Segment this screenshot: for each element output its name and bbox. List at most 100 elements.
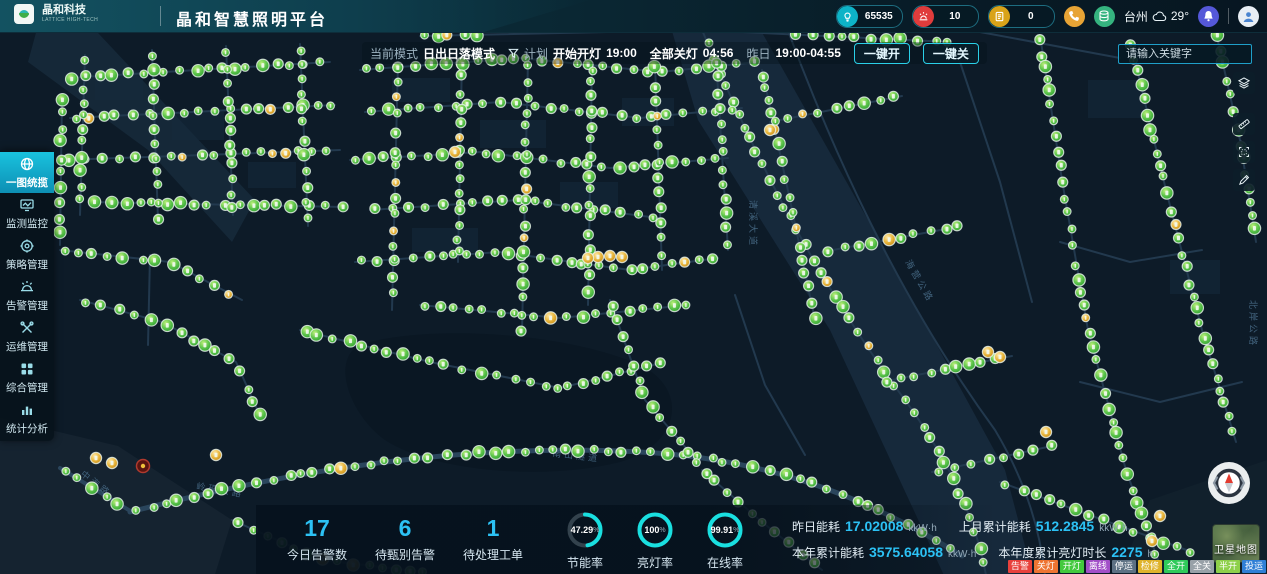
streetlight-marker[interactable] xyxy=(877,96,885,104)
streetlight-marker[interactable] xyxy=(841,243,849,251)
streetlight-marker[interactable] xyxy=(297,47,305,55)
streetlight-marker[interactable] xyxy=(111,498,123,510)
streetlight-marker[interactable] xyxy=(449,304,457,312)
streetlight-marker[interactable] xyxy=(54,134,66,146)
streetlight-marker[interactable] xyxy=(608,301,618,311)
streetlight-marker[interactable] xyxy=(195,275,203,283)
sidebar-item-comprehensive[interactable]: 综合管理 xyxy=(0,357,54,398)
streetlight-marker[interactable] xyxy=(719,147,727,155)
streetlight-marker[interactable] xyxy=(656,158,664,166)
streetlight-marker[interactable] xyxy=(560,444,570,454)
streetlight-marker[interactable] xyxy=(653,173,663,183)
streetlight-marker[interactable] xyxy=(314,101,322,109)
streetlight-marker[interactable] xyxy=(949,360,961,372)
streetlight-marker[interactable] xyxy=(521,121,529,129)
streetlight-marker[interactable] xyxy=(425,357,433,365)
streetlight-marker[interactable] xyxy=(391,209,399,217)
streetlight-marker[interactable] xyxy=(1186,549,1194,557)
streetlight-marker[interactable] xyxy=(578,379,588,389)
streetlight-marker[interactable] xyxy=(658,252,666,260)
streetlight-marker[interactable] xyxy=(535,446,543,454)
streetlight-marker[interactable] xyxy=(74,164,86,176)
streetlight-marker[interactable] xyxy=(934,446,944,456)
streetlight-marker[interactable] xyxy=(154,180,162,188)
streetlight-marker[interactable] xyxy=(1199,332,1211,344)
streetlight-marker[interactable] xyxy=(518,263,528,273)
streetlight-marker-warning[interactable] xyxy=(1154,510,1165,521)
streetlight-marker[interactable] xyxy=(502,247,514,259)
streetlight-marker[interactable] xyxy=(779,204,787,212)
sidebar-item-statistics[interactable]: 统计分析 xyxy=(0,398,54,439)
streetlight-marker[interactable] xyxy=(1216,387,1224,395)
streetlight-marker-warning[interactable] xyxy=(865,342,873,350)
streetlight-marker[interactable] xyxy=(497,195,507,205)
streetlight-marker[interactable] xyxy=(935,468,943,476)
streetlight-marker[interactable] xyxy=(1045,495,1055,505)
streetlight-marker[interactable] xyxy=(709,454,717,462)
streetlight-marker[interactable] xyxy=(194,107,202,115)
streetlight-marker[interactable] xyxy=(656,203,666,213)
streetlight-marker[interactable] xyxy=(1249,212,1257,220)
streetlight-marker[interactable] xyxy=(227,158,237,168)
streetlight-marker[interactable] xyxy=(82,299,90,307)
streetlight-marker[interactable] xyxy=(210,151,218,159)
streetlight-marker[interactable] xyxy=(241,104,251,114)
streetlight-marker[interactable] xyxy=(587,123,597,133)
streetlight-marker-warning[interactable] xyxy=(822,277,832,287)
streetlight-marker[interactable] xyxy=(436,301,446,311)
streetlight-marker[interactable] xyxy=(388,272,398,282)
streetlight-marker[interactable] xyxy=(563,382,571,390)
streetlight-marker[interactable] xyxy=(1195,319,1203,327)
streetlight-marker[interactable] xyxy=(758,160,766,168)
streetlight-marker[interactable] xyxy=(925,433,935,443)
streetlight-marker[interactable] xyxy=(225,140,235,150)
streetlight-marker[interactable] xyxy=(691,64,701,74)
streetlight-marker[interactable] xyxy=(161,319,173,331)
streetlight-marker[interactable] xyxy=(736,110,744,118)
streetlight-marker[interactable] xyxy=(572,203,582,213)
streetlight-marker[interactable] xyxy=(695,256,703,264)
streetlight-marker[interactable] xyxy=(1161,187,1173,199)
streetlight-marker[interactable] xyxy=(183,266,193,276)
streetlight-marker[interactable] xyxy=(741,124,749,132)
streetlight-marker[interactable] xyxy=(1069,241,1077,249)
streetlight-marker[interactable] xyxy=(765,96,773,104)
streetlight-marker[interactable] xyxy=(96,71,106,81)
streetlight-marker[interactable] xyxy=(247,397,257,407)
streetlight-marker[interactable] xyxy=(810,312,822,324)
streetlight-marker[interactable] xyxy=(633,115,641,123)
streetlight-marker[interactable] xyxy=(363,65,371,73)
streetlight-marker[interactable] xyxy=(389,289,397,297)
streetlight-marker[interactable] xyxy=(897,374,905,382)
streetlight-marker[interactable] xyxy=(86,482,98,494)
streetlight-marker[interactable] xyxy=(298,91,306,99)
streetlight-marker[interactable] xyxy=(1073,274,1085,286)
streetlight-marker[interactable] xyxy=(300,136,310,146)
streetlight-marker[interactable] xyxy=(421,204,429,212)
streetlight-marker[interactable] xyxy=(1129,487,1137,495)
streetlight-marker[interactable] xyxy=(585,211,595,221)
streetlight-marker[interactable] xyxy=(562,313,570,321)
streetlight-marker[interactable] xyxy=(668,259,676,267)
streetlight-marker[interactable] xyxy=(639,305,647,313)
streetlight-marker[interactable] xyxy=(95,300,105,310)
streetlight-marker[interactable] xyxy=(298,117,306,125)
streetlight-marker[interactable] xyxy=(57,155,67,165)
streetlight-marker[interactable] xyxy=(478,306,486,314)
streetlight-marker[interactable] xyxy=(799,268,809,278)
streetlight-marker[interactable] xyxy=(438,359,448,369)
draw-pen-tool-button[interactable] xyxy=(1233,169,1255,191)
streetlight-marker[interactable] xyxy=(616,368,624,376)
streetlight-marker[interactable] xyxy=(455,161,463,169)
streetlight-marker[interactable] xyxy=(211,107,219,115)
streetlight-marker[interactable] xyxy=(1014,449,1024,459)
streetlight-marker-warning[interactable] xyxy=(582,252,593,263)
streetlight-marker[interactable] xyxy=(728,106,736,114)
streetlight-marker[interactable] xyxy=(928,369,936,377)
streetlight-marker[interactable] xyxy=(479,100,487,108)
streetlight-marker[interactable] xyxy=(1035,35,1045,45)
database-button[interactable] xyxy=(1094,6,1115,27)
compass-control[interactable] xyxy=(1206,460,1252,506)
streetlight-marker[interactable] xyxy=(1063,208,1071,216)
streetlight-marker[interactable] xyxy=(328,335,336,343)
